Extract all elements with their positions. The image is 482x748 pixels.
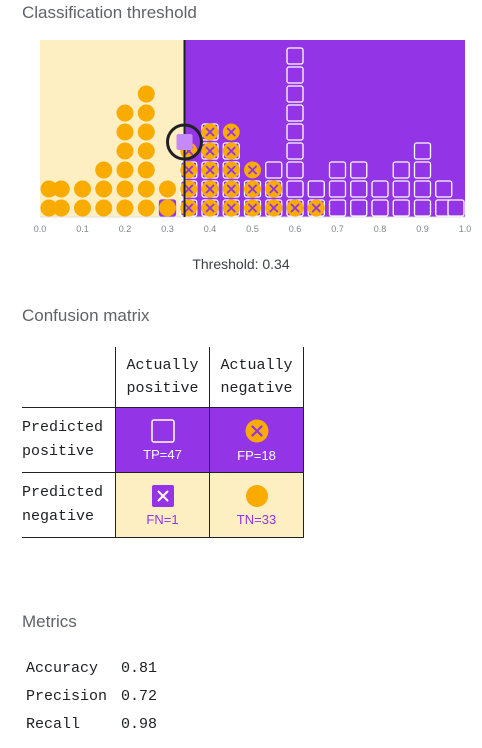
confusion-matrix: Actually positive Actually negative Predic… [22, 347, 304, 538]
true-negative-cell: TN=33 [209, 472, 304, 538]
positive-square [350, 180, 368, 198]
negative-dot [137, 123, 155, 141]
row-header-predicted-negative: Predicted negative [22, 472, 116, 538]
positive-square [413, 199, 432, 217]
negative-dot [74, 199, 91, 217]
positive-square [371, 180, 389, 198]
metric-name: Recall [26, 715, 81, 733]
x-tick-label: 0.3 [161, 224, 174, 234]
metric-row: Precision 0.72 [26, 682, 171, 710]
metric-row: Accuracy 0.81 [26, 654, 171, 682]
positive-square [392, 180, 410, 198]
metric-value: 0.72 [121, 687, 158, 705]
x-tick-label: 0.7 [331, 224, 344, 234]
positive-square [328, 199, 347, 217]
col-header-actual-negative: Actually negative [209, 347, 304, 408]
positive-x-square-icon [151, 484, 174, 507]
metrics-title: Metrics [22, 612, 77, 631]
positive-square [286, 104, 304, 122]
x-tick-label: 0.1 [76, 224, 89, 234]
negative-dot [116, 199, 134, 217]
negative-dot [137, 85, 155, 103]
positive-square [371, 199, 389, 217]
negative-dot [116, 161, 134, 179]
fn-label: FN=1 [146, 511, 179, 527]
negative-x-circle-icon [245, 419, 268, 442]
negative-dot [137, 142, 155, 160]
x-tick-label: 0.9 [416, 224, 429, 234]
metric-name: Precision [26, 687, 108, 705]
threshold-label: Threshold: 0.34 [192, 256, 290, 272]
negative-dot [95, 180, 113, 198]
metric-value: 0.81 [121, 659, 158, 677]
positive-square [392, 199, 410, 217]
tp-label: TP=47 [143, 446, 182, 462]
negative-dot [52, 180, 70, 198]
false-positive-cell: FP=18 [209, 407, 304, 473]
confusion-title: Confusion matrix [22, 306, 150, 325]
positive-square [286, 66, 304, 84]
negative-dot [137, 180, 155, 198]
negative-dot [52, 199, 70, 217]
positive-square-icon [150, 418, 175, 443]
fp-label: FP=18 [237, 447, 276, 463]
negative-dot [159, 199, 176, 217]
empty-corner [22, 347, 116, 408]
positive-square [286, 123, 304, 141]
negative-dot [95, 161, 113, 179]
col-header-actual-positive: Actually positive [115, 347, 210, 408]
positive-square [435, 180, 453, 198]
negative-dot [159, 180, 176, 198]
positive-square [328, 180, 347, 198]
negative-dot [137, 199, 155, 217]
row-header-predicted-positive: Predicted positive [22, 407, 116, 473]
positive-square [447, 199, 465, 217]
positive-square [350, 199, 368, 217]
x-tick-label: 1.0 [459, 224, 472, 234]
true-positive-cell: TP=47 [115, 407, 210, 473]
tn-label: TN=33 [236, 511, 277, 527]
handle-square [176, 134, 193, 150]
positive-square [265, 161, 283, 179]
negative-dot [116, 104, 134, 122]
positive-square [286, 142, 304, 160]
positive-square [286, 85, 304, 103]
positive-square [392, 161, 410, 179]
x-tick-label: 0.2 [119, 224, 132, 234]
positive-square [286, 47, 304, 65]
positive-square [286, 180, 304, 198]
negative-dot [95, 199, 113, 217]
positive-square [413, 161, 432, 179]
positive-square [328, 161, 347, 179]
negative-dot [137, 104, 155, 122]
x-tick-label: 0.8 [374, 224, 387, 234]
positive-square [350, 161, 368, 179]
x-tick-label: 0.6 [289, 224, 302, 234]
metric-name: Accuracy [26, 659, 99, 677]
positive-square [413, 180, 432, 198]
x-tick-label: 0.4 [204, 224, 217, 234]
classification-plot: 0.0 0.1 0.2 0.3 0.4 0.5 0.6 0.7 0.8 0.9 1.0 [34, 40, 472, 234]
x-tick-label: 0.0 [34, 224, 47, 234]
negative-dot [116, 123, 134, 141]
false-negative-cell: FN=1 [115, 472, 210, 538]
x-tick-label: 0.5 [246, 224, 259, 234]
negative-circle-icon [245, 484, 268, 507]
positive-square [286, 161, 304, 179]
positive-square [307, 180, 325, 198]
negative-dot [116, 180, 134, 198]
metrics-table: Accuracy 0.81 Precision 0.72 Recall 0.98 [26, 654, 171, 738]
negative-dot [137, 161, 155, 179]
negative-dot [74, 180, 91, 198]
metric-value: 0.98 [121, 715, 158, 733]
metric-row: Recall 0.98 [26, 710, 171, 738]
negative-dot [116, 142, 134, 160]
positive-square [413, 142, 432, 160]
